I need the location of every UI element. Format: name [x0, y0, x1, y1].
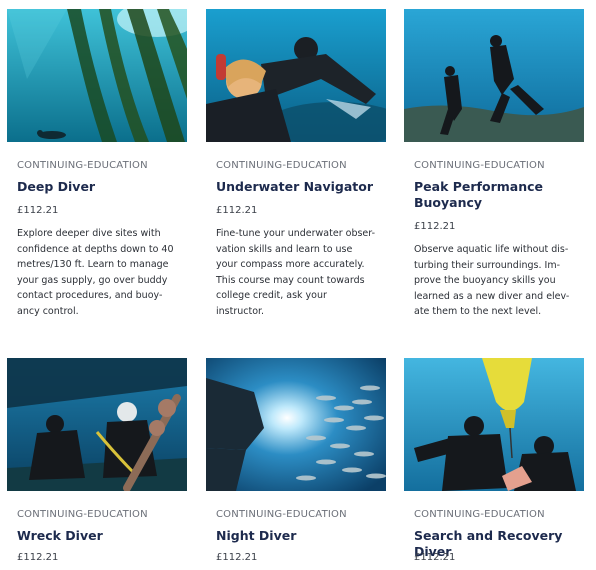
course-image-wreck-diver[interactable] [7, 358, 187, 491]
course-title[interactable]: Night Diver [216, 528, 384, 544]
course-price: £112.21 [414, 221, 456, 232]
course-image-search-and-recovery-diver[interactable] [404, 358, 584, 491]
course-card-peak-performance-buoyancy[interactable]: CONTINUING-EDUCATION Peak Performance Bu… [404, 9, 584, 329]
course-category: CONTINUING-EDUCATION [414, 509, 545, 520]
course-card-wreck-diver[interactable]: CONTINUING-EDUCATION Wreck Diver £112.21 [7, 358, 187, 570]
course-image-deep-diver[interactable] [7, 9, 187, 142]
course-category: CONTINUING-EDUCATION [216, 160, 347, 171]
course-card-night-diver[interactable]: CONTINUING-EDUCATION Night Diver £112.21 [206, 358, 386, 570]
course-price: £112.21 [17, 552, 59, 563]
course-title[interactable]: Wreck Diver [17, 528, 185, 544]
course-card-deep-diver[interactable]: CONTINUING-EDUCATION Deep Diver £112.21 … [7, 9, 187, 329]
course-category: CONTINUING-EDUCATION [414, 160, 545, 171]
course-price: £112.21 [216, 205, 258, 216]
course-card-search-and-recovery-diver[interactable]: CONTINUING-EDUCATION Search and Recovery… [404, 358, 584, 570]
course-card-underwater-navigator[interactable]: CONTINUING-EDUCATION Underwater Navigato… [206, 9, 386, 329]
course-image-peak-performance-buoyancy[interactable] [404, 9, 584, 142]
course-price: £112.21 [414, 552, 456, 563]
course-description: Explore deeper dive sites with confidenc… [17, 228, 174, 317]
course-grid: CONTINUING-EDUCATION Deep Diver £112.21 … [0, 0, 596, 570]
course-price: £112.21 [216, 552, 258, 563]
course-category: CONTINUING-EDUCATION [216, 509, 347, 520]
course-title[interactable]: Underwater Navigator [216, 179, 384, 195]
course-description: Observe aquatic life without dis-turbing… [414, 244, 570, 317]
course-description: Fine-tune your underwater obser-vation s… [216, 228, 375, 317]
course-image-night-diver[interactable] [206, 358, 386, 491]
course-price: £112.21 [17, 205, 59, 216]
course-image-underwater-navigator[interactable] [206, 9, 386, 142]
course-category: CONTINUING-EDUCATION [17, 160, 148, 171]
course-title[interactable]: Peak Performance Buoyancy [414, 179, 582, 211]
course-title[interactable]: Deep Diver [17, 179, 185, 195]
course-category: CONTINUING-EDUCATION [17, 509, 148, 520]
